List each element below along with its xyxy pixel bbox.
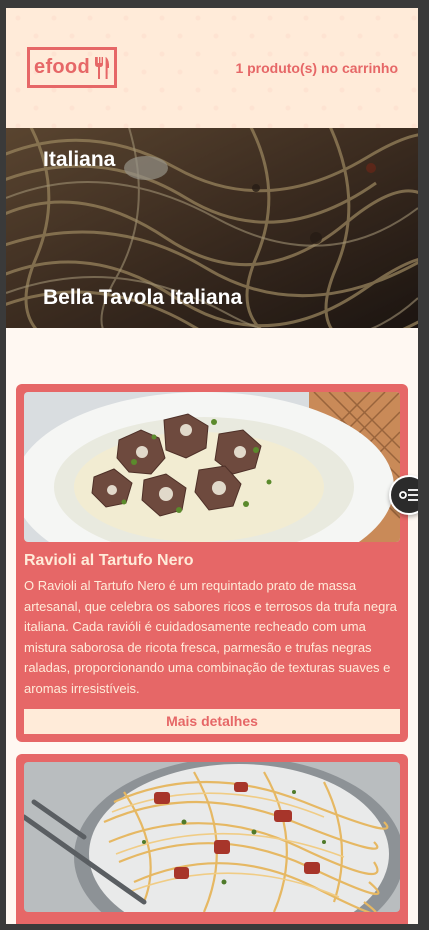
- fork-knife-icon: [94, 56, 110, 79]
- product-description: O Ravioli al Tartufo Nero é um requintad…: [24, 578, 397, 696]
- menu-toggle-icon: [399, 489, 418, 501]
- logo-text: efood: [34, 56, 90, 78]
- site-header: efood 1 produto(s) no carrinho: [6, 8, 418, 128]
- product-card: Ravioli al Tartufo Nero O Ravioli al Tar…: [16, 384, 408, 742]
- efood-logo[interactable]: efood: [27, 47, 117, 88]
- more-details-button[interactable]: Mais detalhes: [24, 709, 400, 734]
- product-image-carbonara: [24, 762, 400, 912]
- restaurant-category: Italiana: [43, 148, 116, 171]
- restaurant-banner: Italiana Bella Tavola Italiana: [6, 128, 418, 328]
- cart-link[interactable]: 1 produto(s) no carrinho: [235, 60, 398, 76]
- product-title: Ravioli al Tartufo Nero: [24, 552, 194, 569]
- product-image-ravioli: [24, 392, 400, 542]
- restaurant-name: Bella Tavola Italiana: [43, 286, 243, 309]
- product-card: [16, 754, 408, 924]
- page: efood 1 produto(s) no carrinho Italiana …: [6, 8, 418, 924]
